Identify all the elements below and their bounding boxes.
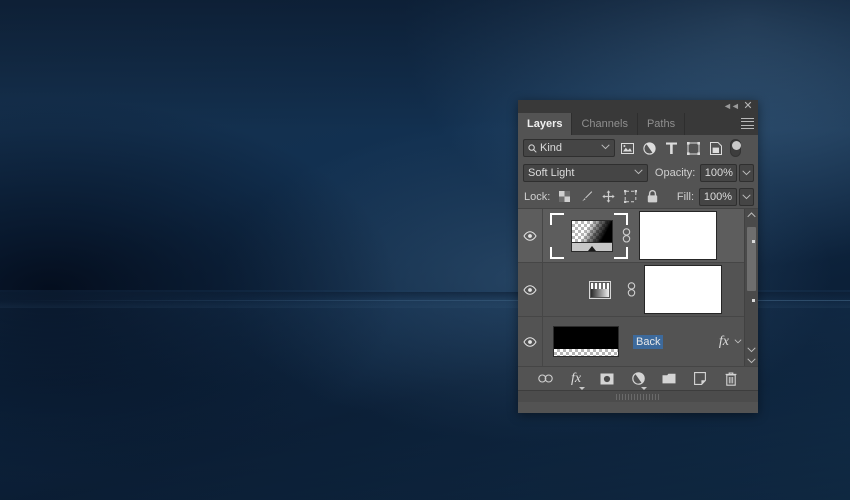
opacity-stepper[interactable] — [739, 164, 754, 182]
layers-panel: ◄◄ ✕ Layers Channels Paths Kind Soft Lig… — [518, 100, 758, 413]
filter-enable-toggle[interactable] — [730, 139, 741, 157]
panel-titlebar: ◄◄ ✕ — [518, 100, 758, 113]
scroll-up-chevron-icon[interactable] — [745, 209, 758, 221]
gradient-stop-marker — [588, 245, 596, 251]
adjustment-layer-filter-icon[interactable] — [643, 141, 656, 155]
panel-bottom-toolbar: fx — [518, 366, 758, 390]
fill-value: 100% — [703, 190, 733, 203]
opacity-input[interactable]: 100% — [700, 164, 738, 182]
chevron-down-icon[interactable] — [601, 144, 610, 150]
tab-channels-label: Channels — [581, 118, 628, 130]
magnifier-icon — [528, 143, 537, 153]
fill-stepper[interactable] — [739, 187, 754, 206]
grip-lines — [616, 393, 660, 400]
layer-mask-link-icon[interactable] — [625, 280, 637, 300]
eye-icon — [523, 336, 537, 347]
layer-style-button[interactable]: fx — [569, 370, 585, 390]
filter-kind-label: Kind — [540, 142, 563, 154]
eye-icon — [523, 230, 537, 241]
layer-list-scrollbar[interactable] — [744, 209, 758, 366]
filter-type-icons — [621, 141, 722, 155]
type-layer-filter-icon[interactable] — [665, 142, 678, 155]
chevron-down-icon[interactable] — [734, 339, 742, 344]
menu-triangle-icon — [578, 387, 585, 390]
mask-indicator-dot — [752, 299, 755, 302]
lock-icons — [558, 190, 659, 203]
layer-visibility-toggle[interactable] — [518, 263, 543, 316]
lock-image-pixels-brush-icon[interactable] — [580, 190, 593, 203]
pixel-layer-filter-icon[interactable] — [621, 142, 634, 155]
layer-thumbnails — [543, 263, 758, 316]
scroll-down-chevron-icon[interactable] — [745, 344, 758, 366]
layer-filter-row: Kind — [518, 135, 758, 161]
filter-kind-select[interactable]: Kind — [523, 139, 615, 157]
tab-paths[interactable]: Paths — [638, 113, 686, 135]
white-layer-mask[interactable] — [639, 211, 717, 260]
opacity-value: 100% — [704, 167, 733, 179]
lock-label: Lock: — [524, 190, 551, 203]
blend-mode-value: Soft Light — [528, 167, 575, 179]
black-fill-area — [554, 327, 618, 349]
table-row[interactable] — [518, 209, 758, 263]
fill-input[interactable]: 100% — [699, 187, 737, 206]
fill-label: Fill: — [676, 190, 694, 203]
mask-indicator-dot — [752, 240, 755, 243]
gradient-slider-strip — [572, 241, 612, 251]
add-layer-mask-button[interactable] — [600, 371, 615, 386]
menu-triangle-icon — [640, 387, 647, 390]
table-row[interactable] — [518, 263, 758, 317]
layer-thumbnails — [543, 209, 758, 262]
tab-layers-label: Layers — [527, 118, 563, 130]
blend-mode-select[interactable]: Soft Light — [523, 164, 648, 182]
opacity-label: Opacity: — [654, 167, 696, 179]
white-layer-mask[interactable] — [644, 265, 722, 314]
link-layers-button[interactable] — [537, 371, 553, 386]
lock-transparent-pixels-icon[interactable] — [558, 190, 571, 203]
scrollbar-thumb[interactable] — [747, 227, 756, 291]
close-icon[interactable]: ✕ — [741, 100, 755, 113]
layer-list[interactable]: Back fx — [518, 208, 758, 366]
layer-visibility-toggle[interactable] — [518, 209, 543, 262]
eye-icon — [523, 284, 537, 295]
panel-resize-grip[interactable] — [518, 390, 758, 402]
lock-row: Lock: Fill: 100% — [518, 185, 758, 208]
table-row[interactable]: Back fx — [518, 317, 758, 366]
shape-layer-filter-icon[interactable] — [687, 141, 700, 155]
smart-object-filter-icon[interactable] — [709, 141, 722, 155]
panel-menu-hamburger-icon[interactable] — [741, 118, 754, 129]
tab-layers[interactable]: Layers — [518, 113, 573, 135]
blend-mode-row: Soft Light Opacity: 100% — [518, 161, 758, 185]
black-fill-thumbnail[interactable] — [553, 326, 619, 357]
transparency-checker — [554, 349, 618, 356]
levels-adjustment-thumbnail[interactable] — [589, 280, 611, 299]
chevron-down-icon[interactable] — [634, 169, 643, 175]
layer-visibility-toggle[interactable] — [518, 317, 543, 366]
gradient-map-thumbnail[interactable] — [571, 219, 613, 252]
levels-ramp — [591, 288, 609, 297]
layer-thumbnails: Back fx — [543, 317, 758, 366]
lock-position-move-icon[interactable] — [602, 190, 615, 203]
new-adjustment-layer-button[interactable] — [631, 371, 647, 390]
new-group-button[interactable] — [662, 371, 677, 386]
fx-icon[interactable]: fx — [719, 334, 729, 350]
lock-artboard-nesting-icon[interactable] — [624, 190, 638, 203]
layer-mask-link-icon[interactable] — [620, 226, 632, 246]
tab-channels[interactable]: Channels — [572, 113, 638, 135]
collapse-to-icons-button[interactable]: ◄◄ — [723, 101, 740, 112]
tab-paths-label: Paths — [646, 118, 676, 130]
panel-tabbar: Layers Channels Paths — [518, 113, 758, 135]
layer-name-back[interactable]: Back — [633, 334, 664, 349]
desktop-background: ◄◄ ✕ Layers Channels Paths Kind Soft Lig… — [0, 0, 850, 500]
new-layer-button[interactable] — [693, 371, 708, 386]
lock-all-padlock-icon[interactable] — [646, 190, 659, 203]
fx-icon: fx — [570, 370, 582, 386]
filter-toggle-knob — [732, 141, 741, 150]
delete-layer-button[interactable] — [724, 371, 739, 386]
